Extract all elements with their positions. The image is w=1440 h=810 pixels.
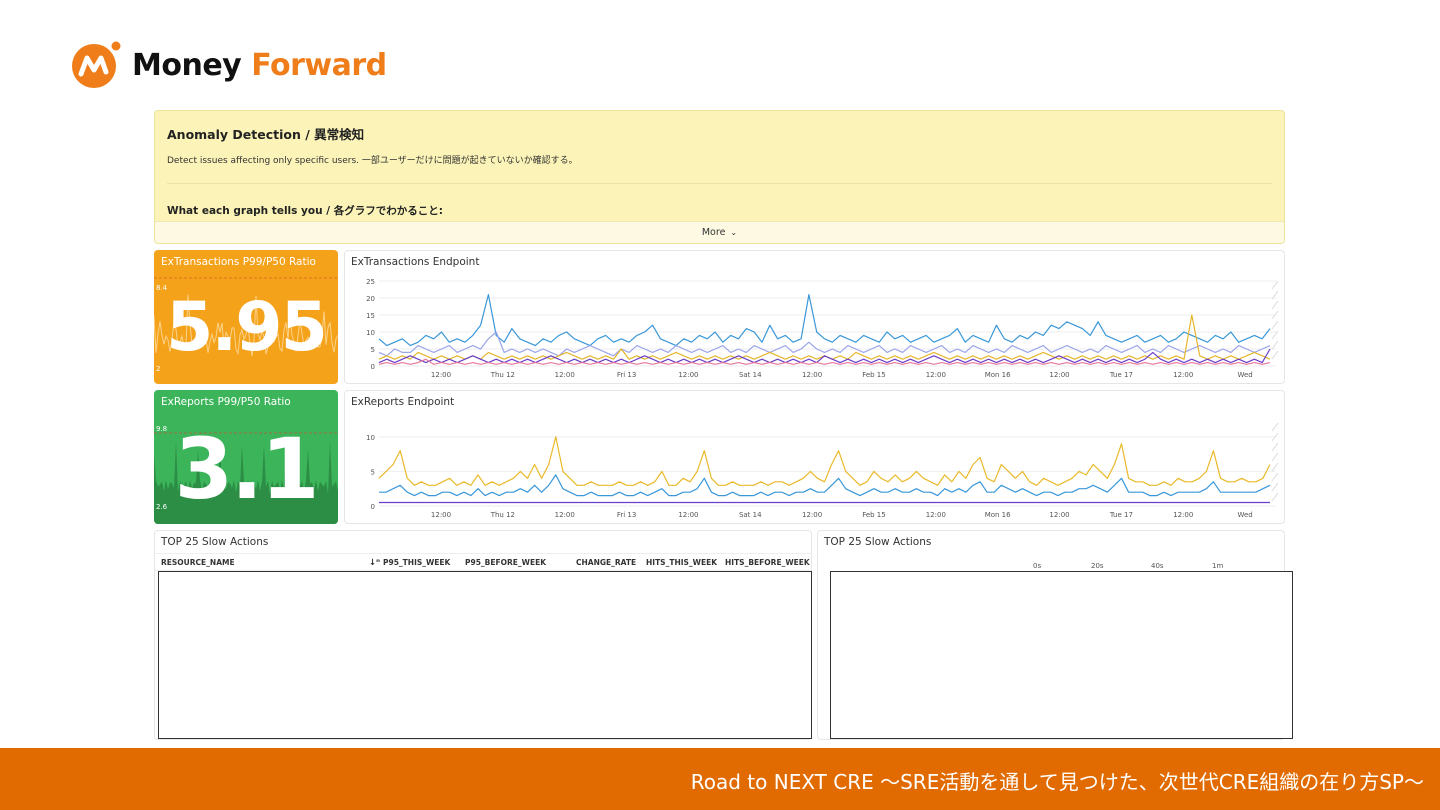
- x-tick-label: Thu 12: [490, 511, 515, 519]
- x-tick-label: 12:00: [431, 511, 451, 519]
- note-title: Anomaly Detection / 異常検知: [167, 127, 365, 142]
- x-tick-label: Feb 15: [862, 511, 886, 519]
- qv-transactions-widget[interactable]: ExTransactions P99/P50 Ratio 8.4 2 5.95: [154, 250, 338, 384]
- x-tick-label: 12:00: [1049, 511, 1069, 519]
- x-tick-label: 12:00: [555, 371, 575, 379]
- hatch-mark: [1271, 320, 1279, 330]
- hatch-mark: [1271, 452, 1279, 462]
- axis-label-0s: 0s: [1033, 562, 1042, 570]
- column-header-hits-before-week[interactable]: HITS_BEFORE_WEEK: [725, 558, 810, 567]
- slow-actions-bar-title: TOP 25 Slow Actions: [824, 536, 932, 548]
- axis-label-20s: 20s: [1091, 562, 1104, 570]
- x-tick-label: Wed: [1237, 371, 1252, 379]
- x-tick-label: Fri 13: [617, 371, 636, 379]
- slide: Money Forward Anomaly Detection / 異常検知 D…: [0, 0, 1440, 810]
- x-tick-label: Fri 13: [617, 511, 636, 519]
- redacted-table-body: [158, 571, 812, 739]
- y-tick-label: 5: [371, 468, 375, 476]
- qv-reports-title: ExReports P99/P50 Ratio: [161, 396, 291, 408]
- ts-transactions-widget[interactable]: 25 20 15 10 5 0 12:00 Thu 12 12:00 Fri 13 12:00 Sat…: [344, 250, 1285, 384]
- y-tick-label: 10: [366, 329, 375, 337]
- axis-label-1m: 1m: [1212, 562, 1224, 570]
- money-forward-logo-icon: [72, 41, 121, 88]
- x-tick-label: 12:00: [926, 511, 946, 519]
- y-tick-label: 25: [366, 278, 375, 286]
- x-tick-label: 12:00: [678, 371, 698, 379]
- x-tick-label: 12:00: [802, 371, 822, 379]
- sort-descending-icon: ↓ⁿ: [369, 558, 380, 568]
- y-tick-label: 20: [366, 295, 375, 303]
- x-tick-label: Tue 17: [1109, 511, 1133, 519]
- y-tick-label: 5: [371, 346, 375, 354]
- column-header-p95-before-week[interactable]: P95_BEFORE_WEEK: [465, 558, 546, 567]
- hatch-mark: [1271, 280, 1279, 290]
- column-header-p95-this-week-label: P95_THIS_WEEK: [383, 558, 451, 567]
- hatch-mark: [1271, 472, 1279, 482]
- y-tick-label: 15: [366, 312, 375, 320]
- qv-transactions-title: ExTransactions P99/P50 Ratio: [161, 256, 316, 268]
- column-header-p95-this-week[interactable]: ↓ⁿ P95_THIS_WEEK: [369, 558, 450, 568]
- ts-reports-widget[interactable]: 10 5 0 12:00 Thu 12 12:00 Fri 13 12:00 Sat 14 12:…: [344, 390, 1285, 524]
- x-tick-label: Sat 14: [739, 371, 762, 379]
- x-tick-label: Mon 16: [985, 371, 1011, 379]
- x-tick-label: 12:00: [1049, 371, 1069, 379]
- series-line-0: [378, 293, 1271, 347]
- logo-word-money: Money: [132, 47, 242, 83]
- table-header-row: RESOURCE_NAME ↓ⁿ P95_THIS_WEEK P95_BEFORE…: [155, 553, 811, 571]
- more-button[interactable]: More ⌄: [155, 221, 1284, 243]
- note-description: Detect issues affecting only specific us…: [167, 156, 578, 166]
- y-tick-label: 0: [371, 503, 375, 511]
- ts-transactions-title: ExTransactions Endpoint: [351, 256, 480, 268]
- x-tick-label: Thu 12: [490, 371, 515, 379]
- x-tick-label: 12:00: [802, 511, 822, 519]
- column-header-hits-this-week[interactable]: HITS_THIS_WEEK: [646, 558, 717, 567]
- series-line-0: [378, 436, 1271, 486]
- hatch-mark: [1271, 340, 1279, 350]
- hatch-mark: [1271, 442, 1279, 452]
- redacted-bar-body: [830, 571, 1293, 739]
- note-divider: [167, 183, 1272, 184]
- x-tick-label: 12:00: [431, 371, 451, 379]
- x-tick-label: 12:00: [926, 371, 946, 379]
- money-forward-logo: Money Forward: [70, 38, 387, 92]
- qv-transactions-value: 5.95: [166, 288, 328, 367]
- chevron-down-icon: ⌄: [730, 228, 738, 237]
- hatch-mark: [1271, 422, 1279, 432]
- hatch-mark: [1271, 350, 1279, 360]
- logo-wordmark: Money Forward: [132, 48, 387, 83]
- x-tick-label: Sat 14: [739, 511, 762, 519]
- x-tick-label: 12:00: [678, 511, 698, 519]
- qv-reports-value: 3.1: [174, 420, 320, 518]
- footer-bar: Road to NEXT CRE ～SRE活動を通して見つけた、次世代CRE組織…: [0, 748, 1440, 810]
- qv-reports-widget[interactable]: ExReports P99/P50 Ratio 9.8 2.6 3.1: [154, 390, 338, 524]
- footer-title: Road to NEXT CRE ～SRE活動を通して見つけた、次世代CRE組織…: [690, 770, 1424, 794]
- x-tick-label: Mon 16: [985, 511, 1011, 519]
- x-tick-label: Feb 15: [862, 371, 886, 379]
- y-tick-label: 10: [366, 434, 375, 442]
- note-subtitle: What each graph tells you / 各グラフでわかること:: [167, 205, 443, 217]
- anomaly-note-widget: Anomaly Detection / 異常検知 Detect issues a…: [154, 110, 1285, 244]
- slow-actions-table-title: TOP 25 Slow Actions: [161, 536, 269, 548]
- column-header-change-rate[interactable]: CHANGE_RATE: [576, 558, 636, 567]
- axis-label-40s: 40s: [1151, 562, 1164, 570]
- hatch-mark: [1271, 300, 1279, 310]
- hatch-mark: [1271, 462, 1279, 472]
- x-tick-label: Wed: [1237, 511, 1252, 519]
- column-header-resource-name[interactable]: RESOURCE_NAME: [161, 558, 235, 567]
- hatch-mark: [1271, 482, 1279, 492]
- ts-reports-title: ExReports Endpoint: [351, 396, 455, 408]
- y-tick-label: 0: [371, 363, 375, 371]
- logo-word-forward: Forward: [251, 47, 387, 83]
- ts-reports-chart: 10 5 0 12:00 Thu 12 12:00 Fri 13 12:00 Sat 14 12:…: [366, 422, 1279, 519]
- x-tick-label: Tue 17: [1109, 371, 1133, 379]
- hatch-mark: [1271, 492, 1279, 502]
- x-tick-label: 12:00: [1173, 371, 1193, 379]
- ts-transactions-chart: 25 20 15 10 5 0 12:00 Thu 12 12:00 Fri 13 12:00 Sat…: [366, 278, 1279, 379]
- x-tick-label: 12:00: [1173, 511, 1193, 519]
- more-label: More: [701, 227, 726, 238]
- x-tick-label: 12:00: [555, 511, 575, 519]
